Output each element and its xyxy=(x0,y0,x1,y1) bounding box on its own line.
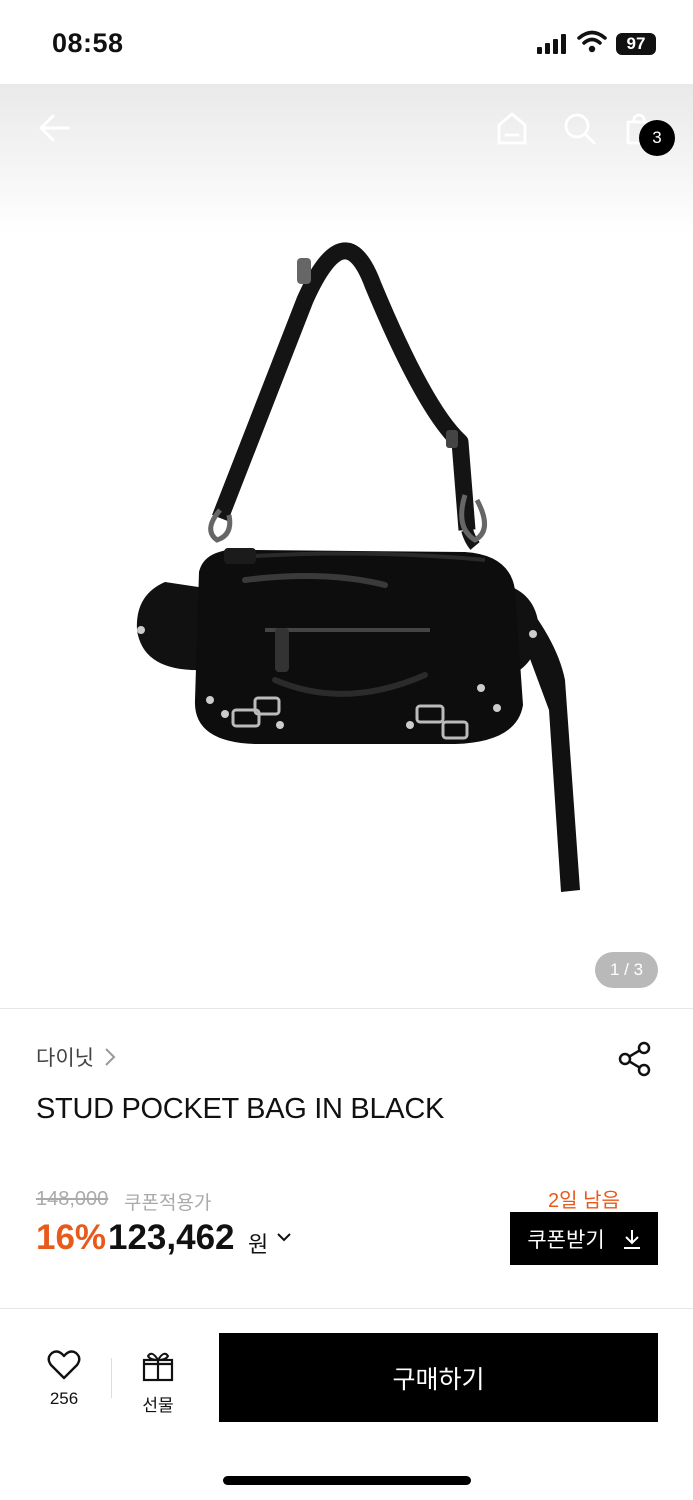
buy-button[interactable]: 구매하기 xyxy=(219,1333,658,1422)
search-icon xyxy=(564,113,596,145)
gift-icon xyxy=(142,1352,174,1382)
home-button[interactable] xyxy=(490,106,534,150)
cart-count-badge: 3 xyxy=(639,120,675,156)
image-counter: 1 / 3 xyxy=(595,952,658,988)
gift-button[interactable]: 선물 xyxy=(130,1350,186,1416)
download-icon xyxy=(623,1229,640,1249)
home-icon xyxy=(497,112,527,145)
discount-rate: 16% xyxy=(36,1218,107,1257)
share-button[interactable] xyxy=(616,1040,654,1083)
currency-unit: 원 xyxy=(248,1232,269,1257)
coupon-price-label: 쿠폰적용가 xyxy=(124,1193,212,1214)
brand-link[interactable]: 다이닛 xyxy=(36,1042,116,1072)
wifi-icon xyxy=(577,30,607,53)
product-image xyxy=(136,242,580,892)
like-button[interactable]: 256 xyxy=(36,1350,92,1409)
arrow-left-icon xyxy=(39,114,70,142)
search-button[interactable] xyxy=(557,106,601,150)
get-coupon-button[interactable]: 쿠폰받기 xyxy=(510,1212,658,1265)
divider xyxy=(0,1008,693,1009)
signal-icon xyxy=(537,34,566,54)
chevron-right-icon xyxy=(105,1048,116,1066)
home-indicator[interactable] xyxy=(223,1476,471,1485)
like-count: 256 xyxy=(49,1389,79,1408)
original-price: 148,000 xyxy=(36,1188,109,1210)
heart-icon xyxy=(47,1350,81,1380)
chevron-down-icon xyxy=(277,1233,291,1242)
divider xyxy=(0,1308,693,1309)
price-detail-toggle[interactable] xyxy=(276,1230,292,1248)
gift-label: 선물 xyxy=(142,1396,174,1415)
brand-name: 다이닛 xyxy=(36,1047,94,1070)
coupon-days-left: 2일 남음 xyxy=(548,1190,620,1212)
back-button[interactable] xyxy=(32,106,76,150)
product-title: STUD POCKET BAG IN BLACK xyxy=(36,1093,445,1125)
divider xyxy=(111,1358,112,1398)
get-coupon-label: 쿠폰받기 xyxy=(527,1228,605,1252)
share-icon xyxy=(618,1041,651,1077)
battery-indicator: 97 xyxy=(616,33,656,55)
sale-price: 123,462 xyxy=(108,1218,235,1257)
status-time: 08:58 xyxy=(52,28,124,58)
